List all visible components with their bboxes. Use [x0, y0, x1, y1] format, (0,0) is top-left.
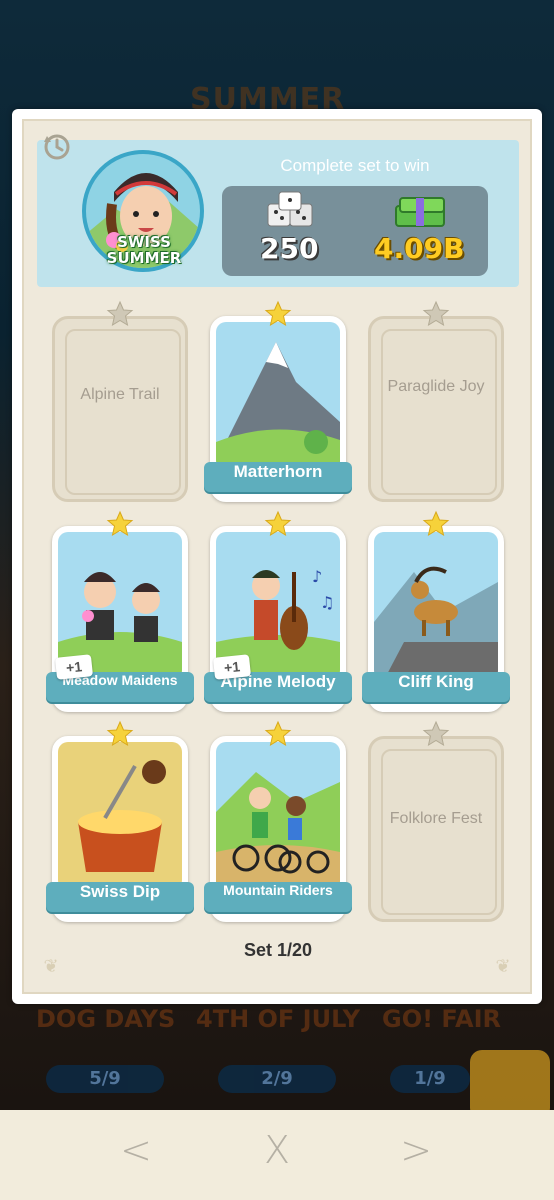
cash-icon: [395, 197, 445, 227]
card-label: Matterhorn: [204, 462, 352, 492]
star-icon: [422, 510, 450, 537]
star-icon: [264, 510, 292, 537]
set-counter: Set 1/20: [243, 940, 313, 960]
card-label: Alpine Trail: [80, 386, 160, 403]
mountain-riders-art: [216, 742, 340, 890]
album-badge: SWISS SUMMER: [106, 233, 182, 267]
prev-set-button[interactable]: <: [116, 1128, 156, 1172]
set-progress-dog-days: 5/9: [46, 1065, 164, 1093]
reward-dice-amount: 250: [260, 232, 319, 265]
close-button[interactable]: X: [257, 1128, 297, 1172]
card-meadow-maidens[interactable]: Meadow Maidens +1: [46, 510, 194, 712]
dice-icon: [267, 191, 313, 227]
star-icon: [264, 720, 292, 747]
card-alpine-melody[interactable]: ♪ ♫ Alpine Melody +1: [204, 510, 352, 712]
history-icon[interactable]: [40, 130, 74, 164]
set-progress-go-fair: 1/9: [390, 1065, 470, 1093]
card-cliff-king[interactable]: Cliff King: [362, 510, 510, 712]
matterhorn-art: [216, 322, 340, 470]
card-label: Folklore Fest: [389, 810, 483, 827]
swiss-dip-art: [58, 742, 182, 890]
card-paraglide-joy[interactable]: Paraglide Joy: [368, 300, 504, 502]
star-icon: [422, 300, 450, 327]
set-name-4th-of-july: 4TH OF JULY: [196, 1005, 361, 1033]
card-label: Paraglide Joy: [387, 378, 485, 395]
set-progress-4th-of-july: 2/9: [218, 1065, 336, 1093]
card-label: Swiss Dip: [46, 882, 194, 912]
card-swiss-dip[interactable]: Swiss Dip: [46, 720, 194, 922]
svg-text:♫: ♫: [320, 593, 334, 612]
card-folklore-fest[interactable]: Folklore Fest: [368, 720, 504, 922]
reward-box: 250 4.09B: [222, 186, 488, 276]
svg-text:♪: ♪: [312, 567, 322, 586]
card-label: Mountain Riders: [204, 882, 352, 912]
reward-cash-amount: 4.09B: [374, 232, 465, 265]
card-mountain-riders[interactable]: Mountain Riders: [204, 720, 352, 922]
star-icon: [106, 300, 134, 327]
cliff-king-art: [374, 532, 498, 680]
duplicate-badge: +1: [212, 654, 252, 680]
complete-set-text: Complete set to win: [280, 156, 430, 175]
star-icon: [106, 510, 134, 537]
card-alpine-trail[interactable]: Alpine Trail: [52, 300, 188, 502]
star-icon: [264, 300, 292, 327]
duplicate-badge: +1: [54, 654, 94, 680]
next-set-button[interactable]: >: [396, 1128, 436, 1172]
star-icon: [106, 720, 134, 747]
set-name-dog-days: DOG DAYS: [36, 1005, 176, 1033]
star-icon: [422, 720, 450, 747]
card-label: Cliff King: [362, 672, 510, 702]
card-matterhorn[interactable]: Matterhorn: [204, 300, 352, 502]
set-name-go-fair: GO! FAIR: [382, 1005, 502, 1033]
